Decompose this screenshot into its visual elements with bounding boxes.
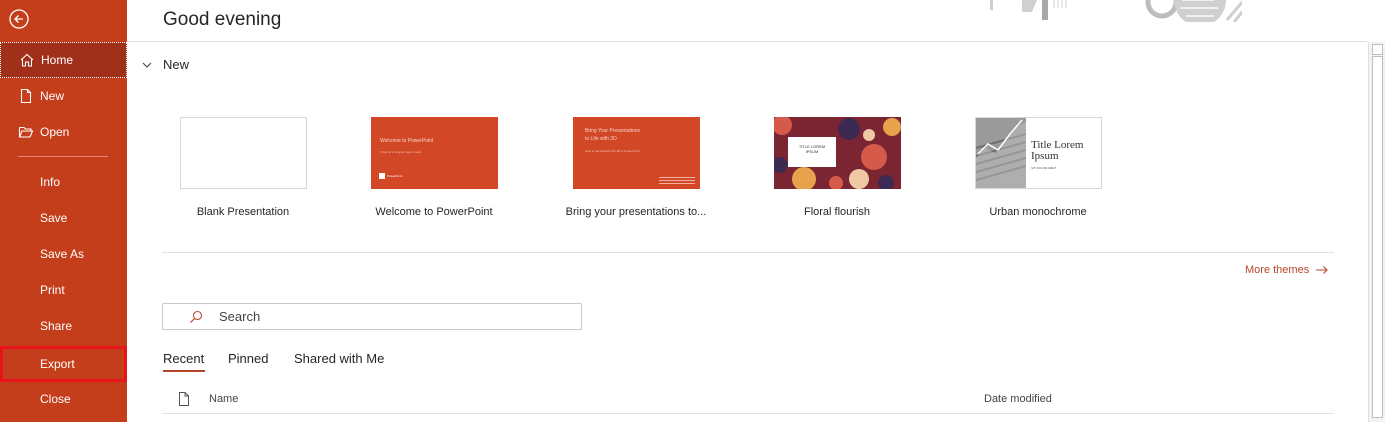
more-themes-link[interactable]: More themes	[1245, 264, 1329, 276]
stairs-photo	[976, 118, 1026, 188]
sidebar-item-label: Print	[40, 283, 65, 297]
thumb-subtitle: How to get started with 3D in PowerPoint	[585, 149, 640, 153]
new-section-toggle[interactable]: New	[141, 57, 189, 72]
sidebar-item-open[interactable]: Open	[0, 114, 127, 150]
header-divider	[127, 41, 1367, 42]
search-box[interactable]	[162, 303, 582, 330]
thumb-title: Welcome to PowerPoint	[380, 138, 434, 144]
sidebar-item-info[interactable]: Info	[0, 164, 127, 200]
sidebar-item-label: Save As	[40, 247, 85, 261]
thumb-subtitle: SIT DOLOR AMET	[1031, 166, 1057, 170]
column-header-date-modified[interactable]: Date modified	[984, 393, 1052, 405]
arrow-right-icon	[1316, 266, 1328, 274]
tab-recent[interactable]: Recent	[163, 351, 204, 366]
back-arrow-circle-icon[interactable]	[8, 8, 30, 30]
sidebar-item-label: Close	[40, 392, 71, 406]
new-document-icon	[20, 88, 32, 104]
file-type-icon	[179, 392, 189, 406]
sidebar-item-save-as[interactable]: Save As	[0, 236, 127, 272]
page-title: Good evening	[163, 9, 282, 30]
vertical-scrollbar[interactable]	[1368, 42, 1385, 422]
more-themes-label: More themes	[1245, 264, 1310, 276]
sidebar-item-label: Export	[40, 357, 75, 371]
template-blank-presentation[interactable]	[180, 117, 307, 189]
scrollbar-thumb[interactable]	[1372, 56, 1383, 418]
tab-shared-with-me[interactable]: Shared with Me	[294, 351, 384, 366]
thumb-subtitle: 5 tips for a simpler way to work	[380, 150, 422, 154]
sidebar-item-print[interactable]: Print	[0, 272, 127, 308]
thumb-footer-lines	[659, 177, 695, 178]
backstage-main: Good evening New Blank Presentation Welc…	[127, 0, 1385, 422]
sidebar-item-label: Info	[40, 175, 61, 189]
thumb-title: Ipsum	[1031, 150, 1059, 162]
sidebar-item-share[interactable]: Share	[0, 308, 127, 344]
template-floral-flourish[interactable]: TITLE LOREM IPSUM	[774, 117, 901, 189]
search-input[interactable]	[217, 308, 521, 325]
template-label: Floral flourish	[803, 206, 871, 218]
sidebar-item-label: Home	[41, 53, 74, 67]
sidebar-item-export[interactable]: Export	[0, 346, 127, 382]
list-header-divider	[162, 413, 1334, 414]
header-decoration	[990, 0, 1242, 22]
column-header-name[interactable]: Name	[209, 393, 238, 405]
sidebar-item-new[interactable]: New	[0, 78, 127, 114]
template-label: Bring your presentations to...	[565, 206, 707, 218]
home-icon	[20, 53, 34, 67]
section-divider	[162, 252, 1334, 253]
active-tab-indicator	[163, 370, 205, 372]
template-label: Welcome to PowerPoint	[375, 206, 493, 218]
template-label: Urban monochrome	[989, 206, 1087, 218]
sidebar-item-label: Save	[40, 211, 68, 225]
thumb-title: Bring Your Presentations	[585, 128, 641, 134]
template-bring-presentations-to-life[interactable]: Bring Your Presentations to Life with 3D…	[573, 117, 700, 189]
folder-open-icon	[18, 126, 34, 138]
powerpoint-logo-icon	[379, 173, 385, 179]
thumb-title: IPSUM	[805, 149, 819, 154]
sidebar-item-home[interactable]: Home	[0, 42, 127, 78]
sidebar-item-label: Share	[40, 319, 73, 333]
chevron-down-icon	[142, 62, 152, 68]
sidebar-divider	[18, 156, 108, 157]
template-welcome-to-powerpoint[interactable]: Welcome to PowerPoint 5 tips for a simpl…	[371, 117, 498, 189]
sidebar-item-label: New	[40, 89, 65, 103]
backstage-sidebar: Home New Open Info Save Save As Print Sh…	[0, 0, 127, 422]
section-title: New	[163, 57, 190, 72]
template-urban-monochrome[interactable]: Title Lorem Ipsum SIT DOLOR AMET	[975, 117, 1102, 189]
scroll-up-button[interactable]	[1372, 44, 1383, 55]
sidebar-item-close[interactable]: Close	[0, 381, 127, 417]
tab-pinned[interactable]: Pinned	[228, 351, 268, 366]
template-label: Blank Presentation	[196, 206, 290, 218]
sidebar-item-label: Open	[40, 125, 70, 139]
sidebar-item-save[interactable]: Save	[0, 200, 127, 236]
search-icon	[190, 310, 203, 323]
thumb-brand: PowerPoint	[387, 174, 403, 178]
thumb-title: to Life with 3D	[585, 136, 617, 142]
